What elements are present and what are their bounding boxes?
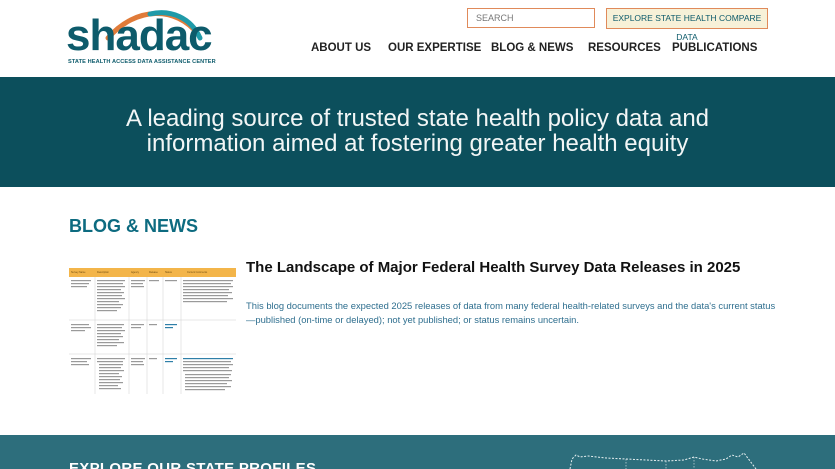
svg-text:Status: Status	[165, 271, 173, 274]
site-header: shadac STATE HEALTH ACCESS DATA ASSISTAN…	[0, 0, 835, 77]
blog-post-title[interactable]: The Landscape of Major Federal Health Su…	[246, 259, 766, 277]
blog-section-title: BLOG & NEWS	[69, 216, 198, 236]
nav-publications[interactable]: PUBLICATIONS	[672, 42, 757, 54]
state-profiles-title: EXPLORE OUR STATE PROFILES	[69, 460, 317, 469]
nav-about-us[interactable]: ABOUT US	[311, 42, 371, 54]
search-input[interactable]	[467, 8, 595, 28]
logo-wordmark: shadac	[66, 11, 213, 60]
hero-line-2: information aimed at fostering greater h…	[146, 130, 689, 157]
nav-our-expertise[interactable]: OUR EXPERTISE	[388, 42, 481, 54]
svg-text:Current Comments: Current Comments	[187, 271, 208, 274]
blog-post-thumbnail[interactable]: Survey Name Description Agency Release Statu…	[69, 268, 236, 394]
survey-table-thumbnail-icon: Survey Name Description Agency Release Statu…	[69, 268, 236, 394]
nav-blog-news[interactable]: BLOG & NEWS	[491, 42, 573, 54]
hero-tagline: A leading source of trusted state health…	[0, 106, 835, 156]
hero-line-1: A leading source of trusted state health…	[125, 105, 710, 132]
us-map-icon	[569, 452, 757, 469]
hero-banner: A leading source of trusted state health…	[0, 77, 835, 187]
blog-post-excerpt: This blog documents the expected 2025 re…	[246, 300, 776, 325]
svg-text:Survey Name: Survey Name	[71, 271, 86, 274]
state-profiles-band: EXPLORE OUR STATE PROFILES	[0, 435, 835, 469]
svg-text:Description: Description	[97, 271, 110, 274]
logo-tagline: STATE HEALTH ACCESS DATA ASSISTANCE CENT…	[68, 59, 216, 65]
nav-resources[interactable]: RESOURCES	[588, 42, 661, 54]
shadac-logo[interactable]: shadac STATE HEALTH ACCESS DATA ASSISTAN…	[66, 4, 236, 68]
svg-text:Release: Release	[149, 271, 158, 274]
svg-text:Agency: Agency	[131, 271, 140, 274]
explore-data-button[interactable]: EXPLORE STATE HEALTH COMPARE DATA	[606, 8, 768, 42]
